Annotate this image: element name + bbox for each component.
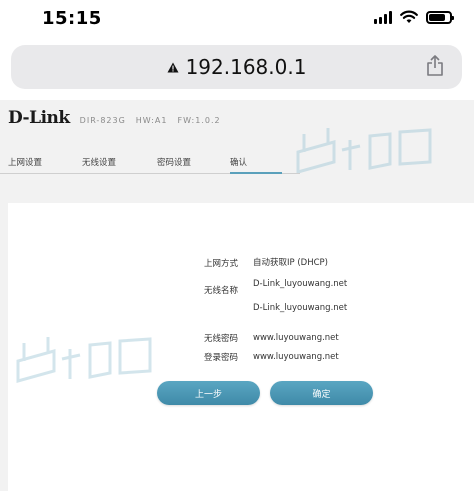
- watermark-logo: [296, 128, 432, 174]
- dlink-logo: D-Link: [8, 108, 70, 128]
- connection-type-label: 上网方式: [204, 259, 239, 269]
- address-bar-content: 192.168.0.1: [11, 45, 462, 89]
- hardware-version: HW:A1: [135, 116, 168, 125]
- status-icons: [374, 10, 454, 24]
- model-number: DIR-823G: [79, 116, 126, 125]
- wifi-icon: [400, 10, 418, 23]
- active-tab-indicator: [230, 172, 282, 174]
- battery-icon: [426, 10, 454, 24]
- watermark-logo-bottom: [16, 337, 152, 383]
- summary-card: 上网方式 自动获取IP (DHCP) 无线名称 D-Link_luyouwang…: [8, 203, 474, 491]
- wifi-name-label: 无线名称: [204, 286, 239, 296]
- firmware-version: FW:1.0.2: [177, 116, 221, 125]
- status-time: 15:15: [42, 8, 102, 29]
- wifi-password-label: 无线密码: [204, 334, 239, 344]
- connection-type-value: 自动获取IP (DHCP): [253, 258, 328, 268]
- previous-step-button[interactable]: 上一步: [157, 381, 260, 405]
- warning-icon: [167, 62, 179, 72]
- wifi-password-value: www.luyouwang.net: [253, 333, 339, 343]
- brand-row: D-Link DIR-823G HW:A1 FW:1.0.2: [8, 108, 221, 128]
- status-bar: 15:15: [0, 0, 474, 38]
- login-password-value: www.luyouwang.net: [253, 352, 339, 362]
- wifi-name-value-5g: D-Link_luyouwang.net: [253, 303, 348, 313]
- confirm-button[interactable]: 确定: [270, 381, 373, 405]
- address-bar[interactable]: 192.168.0.1: [11, 45, 462, 89]
- cellular-signal-icon: [374, 10, 392, 24]
- url-text: 192.168.0.1: [185, 55, 307, 79]
- login-password-label: 登录密码: [204, 353, 239, 363]
- router-page: D-Link DIR-823G HW:A1 FW:1.0.2 上网设置 无线设置…: [0, 100, 474, 491]
- wifi-name-value-24g: D-Link_luyouwang.net: [253, 279, 348, 289]
- share-icon[interactable]: [426, 55, 444, 77]
